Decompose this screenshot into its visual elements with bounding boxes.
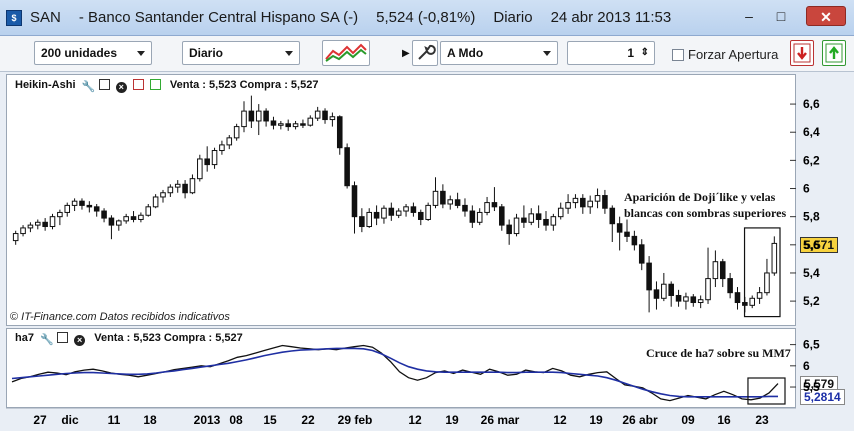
stepper-arrows-icon[interactable]: ⇕ [641, 42, 649, 64]
date-axis-label: 23 [755, 413, 769, 427]
sell-icon[interactable] [790, 40, 814, 66]
datetime-label: 24 abr 2013 11:53 [550, 9, 672, 26]
credit-note: Datos recibidos indicativos [99, 311, 230, 323]
sell-small-icon[interactable] [132, 79, 144, 90]
price-panel-header: Heikin-Ashi 🔧 × Venta : 5,523 Compra : 5… [15, 79, 318, 93]
price-axis-label: 5,2 [803, 294, 820, 308]
date-axis-label: 12 [408, 413, 422, 427]
price-panel-title: Heikin-Ashi [15, 79, 76, 91]
date-axis-label: 08 [229, 413, 243, 427]
chevron-down-icon [543, 51, 551, 56]
price-axis-label: 6,4 [803, 125, 820, 139]
expand-arrow-icon[interactable]: ▶ [402, 48, 410, 59]
date-axis-label: 11 [108, 413, 121, 427]
price-axis-label: 6,2 [803, 153, 820, 167]
wrench-icon[interactable]: 🔧 [82, 80, 96, 93]
window-title: SAN - Banco Santander Central Hispano SA … [30, 9, 689, 26]
title-bar: $ SAN - Banco Santander Central Hispano S… [0, 0, 854, 36]
price-annotation-line1: Aparición de Doji´like y velas [624, 190, 776, 204]
indicator-quote: Venta : 5,523 Compra : 5,527 [94, 332, 243, 344]
mm7-value-tag: 5,2814 [800, 389, 845, 405]
credit-company: IT-Finance.com [21, 311, 97, 323]
indicator-panel-header: ha7 🔧 × Venta : 5,523 Compra : 5,527 [15, 332, 243, 346]
chevron-down-icon [285, 51, 293, 56]
date-axis-label: 12 [553, 413, 567, 427]
order-type-select[interactable]: A Mdo [440, 41, 558, 65]
copyright-symbol: © [10, 311, 19, 323]
price-axis-label: 5,4 [803, 266, 820, 280]
price-panel-quote: Venta : 5,523 Compra : 5,527 [169, 79, 319, 91]
date-axis-label: 15 [263, 413, 277, 427]
buy-icon[interactable] [822, 40, 846, 66]
wrench-icon[interactable]: 🔧 [40, 333, 54, 346]
date-axis-label: dic [61, 413, 79, 427]
close-icon[interactable]: × [115, 82, 127, 93]
date-axis-label: 16 [717, 413, 731, 427]
app-icon: $ [6, 10, 22, 26]
last-price-tag: 5,571 [800, 237, 839, 253]
force-open-label: Forzar Apertura [688, 47, 779, 62]
order-type-value: A Mdo [447, 46, 484, 60]
period-select-value: Diario [189, 46, 224, 60]
units-select[interactable]: 200 unidades [34, 41, 152, 65]
quantity-value: 1 [627, 46, 634, 60]
price-axis-label: 6,6 [803, 97, 820, 111]
price-axis-label: 6 [803, 182, 810, 196]
close-icon[interactable]: × [74, 335, 86, 346]
minimize-button[interactable]: – [736, 6, 762, 26]
period-select[interactable]: Diario [182, 41, 300, 65]
date-axis-label: 19 [589, 413, 603, 427]
date-axis-label: 19 [445, 413, 459, 427]
indicator-title: ha7 [15, 332, 34, 344]
close-button[interactable]: ✕ [806, 6, 846, 26]
date-axis-label: 18 [143, 413, 157, 427]
data-credit: © IT-Finance.com Datos recibidos indicat… [10, 311, 230, 323]
toolbar: 200 unidades Diario ▶ A Mdo 1 ⇕ Forzar A… [0, 36, 854, 72]
maximize-button[interactable]: □ [768, 6, 794, 26]
window-icon[interactable] [98, 79, 110, 90]
indicator-panel: ha7 🔧 × Venta : 5,523 Compra : 5,527 [6, 328, 796, 408]
date-axis-label: 09 [681, 413, 695, 427]
date-axis-label: 22 [301, 413, 315, 427]
indicator-axis-label: 6,5 [803, 338, 820, 352]
ticker: SAN [30, 9, 61, 26]
date-axis-label: 27 [33, 413, 47, 427]
date-axis-label: 29 feb [338, 413, 373, 427]
date-axis-label: 26 abr [622, 413, 658, 427]
buy-small-icon[interactable] [149, 79, 161, 90]
indicator-axis-label: 6 [803, 359, 810, 373]
date-axis-label: 26 mar [481, 413, 520, 427]
last-price: 5,524 (-0,81%) [376, 9, 476, 26]
window-icon[interactable] [57, 332, 69, 343]
quantity-stepper[interactable]: 1 ⇕ [567, 41, 655, 65]
chart-style-icon[interactable] [322, 40, 370, 66]
indicator-annotation: Cruce de ha7 sobre su MM7 [646, 346, 791, 360]
period-label: Diario [493, 9, 533, 26]
force-open-checkbox[interactable] [672, 49, 684, 61]
price-axis-label: 5,8 [803, 210, 820, 224]
price-annotation: Aparición de Doji´like y velas blancas c… [624, 189, 786, 221]
wrench-icon[interactable] [412, 40, 438, 66]
instrument-name: - Banco Santander Central Hispano SA (-) [78, 9, 359, 26]
price-annotation-line2: blancas con sombras superiores [624, 206, 787, 220]
date-axis-label: 2013 [194, 413, 221, 427]
chevron-down-icon [137, 51, 145, 56]
units-select-value: 200 unidades [41, 46, 118, 60]
